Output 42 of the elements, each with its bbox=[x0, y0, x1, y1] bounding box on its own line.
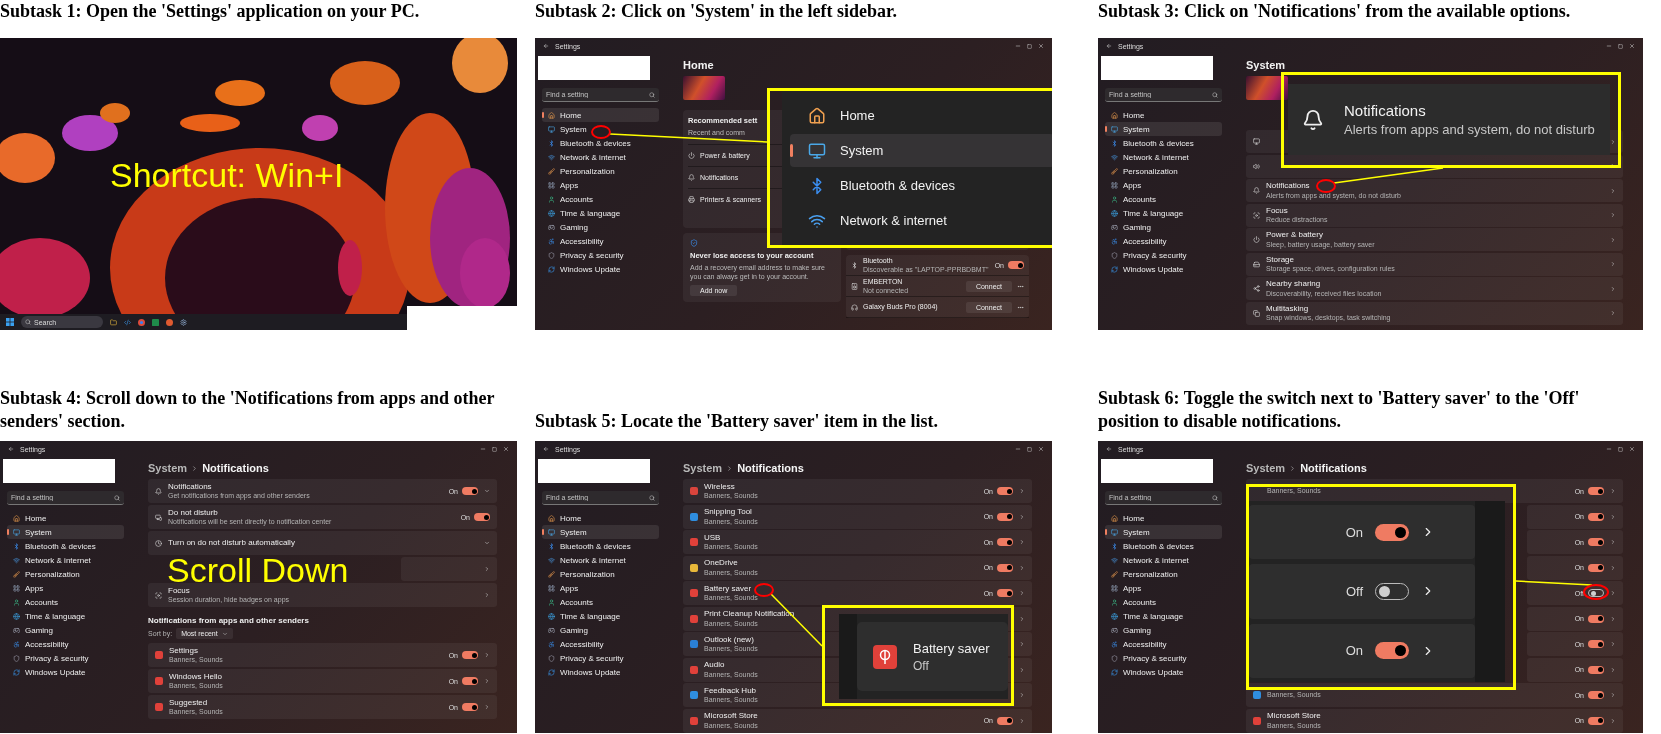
subtask-caption: Subtask 6: Toggle the switch next to 'Battery saver' to the 'Off' position to disable notifications. bbox=[1098, 387, 1581, 433]
page-title: Home bbox=[683, 58, 715, 73]
app-status: Off bbox=[913, 658, 929, 673]
setting-title: Notifications bbox=[168, 482, 212, 491]
setting-title: Turn on do not disturb automatically bbox=[168, 538, 295, 548]
section-heading: Notifications from apps and other senders bbox=[148, 616, 309, 625]
app-name: OneDrive bbox=[704, 559, 738, 568]
breadcrumb-item: Notifications bbox=[737, 462, 804, 474]
subtask-caption: Subtask 1: Open the 'Settings' application on your PC. bbox=[0, 0, 421, 23]
subtask-caption: Subtask 3: Click on 'Notifications' from the available options. bbox=[1098, 0, 1572, 23]
app-name: Microsoft Store bbox=[704, 712, 758, 721]
subtask-caption: Subtask 5: Locate the 'Battery saver' item in the list. bbox=[535, 410, 939, 433]
toggle-label: Off bbox=[1345, 584, 1363, 599]
breadcrumb-item: Notifications bbox=[1300, 462, 1367, 474]
setting-title: Focus bbox=[1266, 206, 1288, 215]
subtask-caption: Subtask 4: Scroll down to the 'Notifications from apps and other senders' section. bbox=[0, 387, 496, 433]
app-name: USB bbox=[704, 533, 721, 542]
setting-title: Do not disturb bbox=[168, 508, 218, 517]
app-name: Outlook (new) bbox=[704, 635, 754, 644]
app-name: Battery saver bbox=[913, 640, 990, 656]
app-name: Microsoft Store bbox=[1267, 712, 1321, 721]
toggle-label: On bbox=[1345, 524, 1363, 540]
app-name: Settings bbox=[169, 646, 198, 655]
subtask-caption: Subtask 2: Click on 'System' in the left sidebar. bbox=[535, 0, 898, 23]
setting-title: Storage bbox=[1266, 255, 1295, 264]
app-name: Suggested bbox=[169, 698, 208, 707]
setting-title: Nearby sharing bbox=[1266, 280, 1321, 289]
app-name: Windows Hello bbox=[169, 672, 222, 681]
toggle-label: On bbox=[1345, 643, 1363, 659]
setting-title: Notifications bbox=[1344, 102, 1426, 119]
setting-title: Multitasking bbox=[1266, 304, 1309, 313]
setting-title: Notifications bbox=[1266, 182, 1310, 191]
app-name: Battery saver bbox=[704, 584, 752, 593]
setting-description: Alerts from apps and system, do not disturb bbox=[1344, 122, 1595, 137]
setting-title: Focus bbox=[168, 586, 190, 595]
app-name: Feedback Hub bbox=[704, 686, 757, 695]
breadcrumb-item: Notifications bbox=[202, 462, 269, 474]
app-name: Snipping Tool bbox=[704, 508, 752, 517]
page-title: System bbox=[1246, 58, 1287, 73]
app-name: Audio bbox=[704, 661, 725, 670]
setting-title: Power & battery bbox=[1266, 231, 1323, 240]
app-name: Wireless bbox=[704, 482, 735, 491]
